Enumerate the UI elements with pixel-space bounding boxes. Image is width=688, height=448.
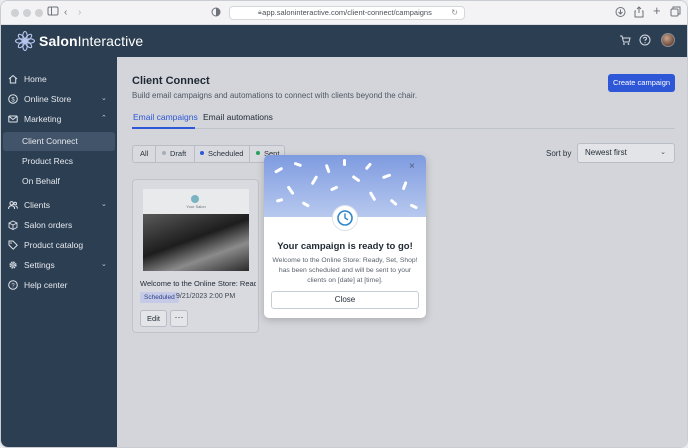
mail-icon [8, 115, 18, 123]
sort-value: Newest first [585, 148, 627, 157]
download-icon[interactable] [615, 6, 626, 23]
address-bar[interactable]: 🔒︎ app.saloninteractive.com/client-conne… [229, 6, 465, 20]
sidebar-item-help-center[interactable]: ? Help center [1, 275, 117, 295]
campaign-title: Welcome to the Online Store: Read... [140, 279, 256, 288]
campaign-thumbnail[interactable]: Your Salon [143, 189, 249, 271]
page-subtitle: Build email campaigns and automations to… [132, 91, 418, 100]
modal-message: Welcome to the Online Store: Ready, Set,… [272, 257, 418, 284]
sent-dot-icon [256, 151, 260, 155]
more-options-button[interactable]: ··· [170, 310, 188, 327]
tab-divider [132, 128, 675, 129]
brand-name[interactable]: SalonInteractive [39, 32, 143, 50]
sidebar-toggle-icon[interactable] [47, 5, 59, 22]
modal-close-button[interactable]: Close [271, 291, 419, 309]
brand-logo-icon[interactable] [15, 31, 35, 51]
lock-icon: 🔒︎ [258, 9, 262, 16]
salon-logo-icon [191, 195, 199, 203]
sidebar-item-product-recs[interactable]: Product Recs [3, 152, 115, 171]
status-filter-group: All Draft Scheduled Sent [132, 145, 285, 163]
sidebar-item-clients[interactable]: Clients ⌄ [1, 195, 117, 215]
help-icon: ? [8, 280, 18, 290]
box-icon [8, 220, 18, 230]
forward-icon[interactable]: › [78, 6, 81, 20]
campaign-scheduled-modal: × Your campaign is ready to go! Welcome … [264, 155, 426, 318]
url-text: app.saloninteractive.com/client-connect/… [262, 8, 432, 17]
thumbnail-caption: Your Salon [186, 204, 206, 209]
window-close-button[interactable] [11, 9, 19, 17]
gear-icon [9, 261, 17, 269]
app-header: SalonInteractive [1, 25, 687, 57]
sidebar-item-marketing[interactable]: Marketing ⌃ [1, 109, 117, 129]
dollar-icon: $ [8, 94, 18, 104]
privacy-shield-icon[interactable] [211, 6, 221, 23]
tab-overview-icon[interactable] [670, 6, 681, 22]
clock-badge [332, 205, 358, 231]
tab-email-automations[interactable]: Email automations [203, 111, 273, 123]
users-icon [8, 201, 18, 210]
page-title: Client Connect [132, 75, 210, 87]
help-circle-icon[interactable] [639, 34, 651, 46]
tab-email-campaigns[interactable]: Email campaigns [133, 111, 198, 123]
active-tab-indicator [132, 127, 195, 129]
scheduled-dot-icon [200, 151, 204, 155]
chevron-down-icon: ⌄ [101, 201, 107, 208]
filter-all[interactable]: All [140, 146, 148, 162]
browser-toolbar: ‹ › 🔒︎ app.saloninteractive.com/client-c… [1, 1, 687, 25]
user-avatar[interactable] [661, 33, 675, 47]
campaign-card[interactable]: Your Salon Welcome to the Online Store: … [132, 179, 259, 333]
new-tab-icon[interactable]: + [653, 4, 661, 18]
draft-dot-icon [162, 151, 166, 155]
reload-icon[interactable]: ↻ [451, 7, 458, 19]
window-minimize-button[interactable] [23, 9, 31, 17]
sort-select[interactable]: Newest first ⌄ [577, 143, 675, 163]
filter-scheduled[interactable]: Scheduled [200, 146, 243, 162]
sort-label: Sort by [546, 149, 572, 158]
edit-button[interactable]: Edit [140, 310, 167, 327]
scheduled-date: 9/21/2023 2:00 PM [176, 293, 236, 300]
chevron-up-icon: ⌃ [101, 115, 107, 122]
sidebar-item-settings[interactable]: Settings ⌄ [1, 255, 117, 275]
browser-window: ‹ › 🔒︎ app.saloninteractive.com/client-c… [0, 0, 688, 448]
share-icon[interactable] [634, 6, 644, 23]
thumbnail-photo [143, 214, 249, 271]
sidebar-item-home[interactable]: Home [1, 69, 117, 89]
sidebar-nav: Home $ Online Store ⌄ Marketing ⌃ Client… [1, 57, 117, 447]
cart-icon[interactable] [619, 34, 631, 46]
sidebar-item-client-connect[interactable]: Client Connect [3, 132, 115, 151]
create-campaign-button[interactable]: Create campaign [608, 74, 675, 92]
sidebar-item-on-behalf[interactable]: On Behalf [3, 172, 115, 191]
filter-separator [249, 146, 250, 162]
sidebar-item-salon-orders[interactable]: Salon orders [1, 215, 117, 235]
window-maximize-button[interactable] [35, 9, 43, 17]
sidebar-item-product-catalog[interactable]: Product catalog [1, 235, 117, 255]
status-badge: Scheduled [140, 292, 179, 303]
modal-title: Your campaign is ready to go! [277, 241, 413, 252]
home-icon [8, 74, 18, 84]
chevron-down-icon: ⌄ [101, 95, 107, 102]
filter-draft[interactable]: Draft [162, 146, 186, 162]
clock-icon [337, 210, 353, 226]
chevron-down-icon: ⌄ [101, 261, 107, 268]
sidebar-item-online-store[interactable]: $ Online Store ⌄ [1, 89, 117, 109]
chevron-down-icon: ⌄ [660, 149, 666, 156]
filter-separator [194, 146, 195, 162]
close-icon[interactable]: × [409, 161, 415, 173]
back-icon[interactable]: ‹ [64, 6, 67, 20]
filter-separator [155, 146, 156, 162]
tag-icon [8, 240, 18, 250]
